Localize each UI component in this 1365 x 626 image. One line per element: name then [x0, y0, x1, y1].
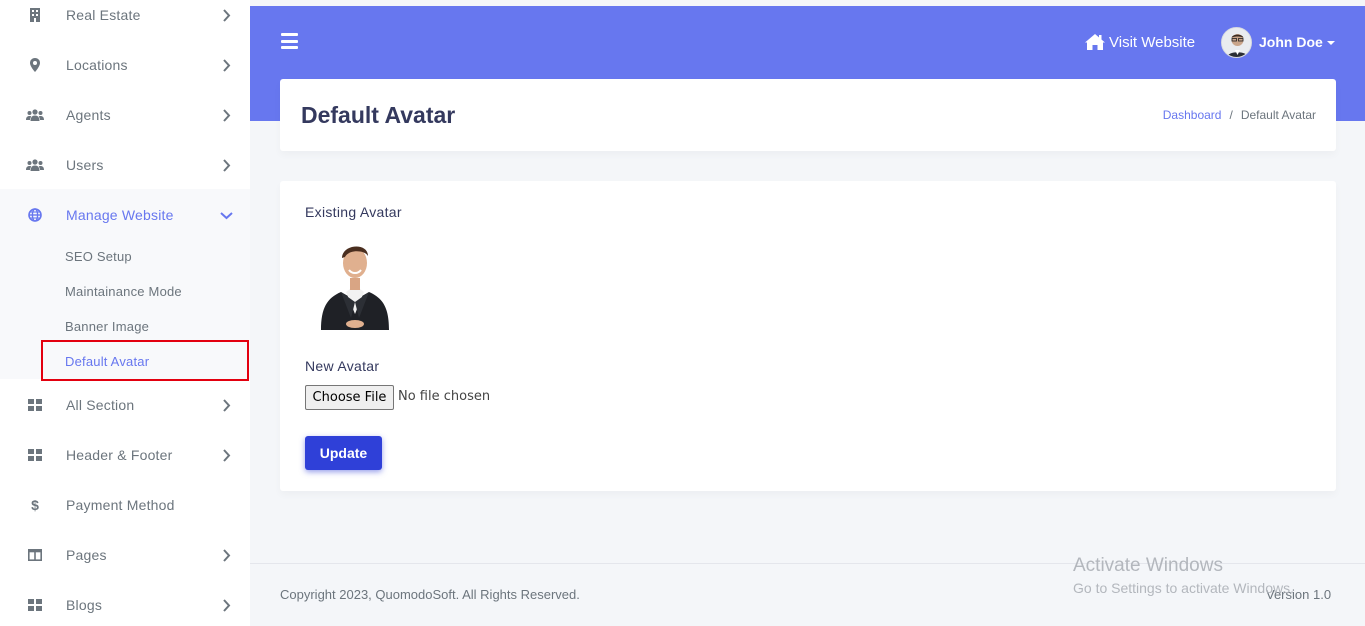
sidebar-item-label: Manage Website — [66, 207, 174, 223]
chevron-right-icon — [219, 158, 233, 172]
sidebar-item-pages[interactable]: Pages — [0, 530, 250, 580]
breadcrumb: Dashboard / Default Avatar — [1163, 108, 1316, 122]
choose-file-button[interactable]: Choose File — [305, 385, 394, 410]
grid-icon — [26, 596, 44, 614]
sidebar-item-label: Users — [66, 157, 104, 173]
user-dropdown[interactable]: John Doe — [1221, 26, 1335, 58]
breadcrumb-separator: / — [1229, 108, 1233, 122]
new-avatar-label: New Avatar — [305, 358, 380, 374]
sidebar-item-blogs[interactable]: Blogs — [0, 580, 250, 626]
user-name: John Doe — [1259, 34, 1323, 50]
home-icon — [1085, 34, 1105, 50]
sidebar-item-label: Blogs — [66, 597, 103, 613]
dollar-icon: $ — [31, 497, 39, 513]
submenu-item-maintainance-mode[interactable]: Maintainance Mode — [65, 284, 182, 299]
sidebar-item-label: Real Estate — [66, 7, 141, 23]
section-header-card: Default Avatar Dashboard / Default Avata… — [280, 79, 1336, 151]
sidebar-item-agents[interactable]: Agents — [0, 90, 250, 140]
chevron-right-icon — [219, 58, 233, 72]
submenu-item-banner-image[interactable]: Banner Image — [65, 319, 149, 334]
sidebar-item-users[interactable]: Users — [0, 140, 250, 190]
avatar — [1221, 26, 1252, 58]
selection-highlight — [41, 340, 249, 381]
sidebar: Real Estate Locations Agents Users Manag… — [0, 0, 250, 626]
grid-icon — [26, 396, 44, 414]
page-title: Default Avatar — [301, 102, 456, 128]
chevron-right-icon — [219, 108, 233, 122]
visit-website-label: Visit Website — [1109, 33, 1196, 51]
breadcrumb-current: Default Avatar — [1240, 108, 1316, 122]
existing-avatar-label: Existing Avatar — [305, 204, 402, 220]
sidebar-item-manage-website[interactable]: Manage Website — [0, 190, 250, 240]
chevron-right-icon — [219, 448, 233, 462]
users-icon — [26, 106, 44, 124]
sidebar-item-locations[interactable]: Locations — [0, 40, 250, 90]
activate-windows-title: Activate Windows — [1073, 555, 1223, 576]
sidebar-item-label: Payment Method — [66, 497, 175, 513]
sidebar-item-label: Agents — [66, 107, 111, 123]
sidebar-item-real-estate[interactable]: Real Estate — [0, 0, 250, 40]
sidebar-item-header-footer[interactable]: Header & Footer — [0, 430, 250, 480]
chevron-down-icon — [219, 208, 233, 222]
footer-copyright: Copyright 2023, QuomodoSoft. All Rights … — [280, 587, 580, 602]
hamburger-menu-icon[interactable] — [281, 33, 298, 49]
grid-icon — [26, 446, 44, 464]
existing-avatar-image — [305, 230, 405, 330]
sidebar-item-payment-method[interactable]: $ Payment Method — [0, 480, 250, 530]
chevron-right-icon — [219, 548, 233, 562]
file-status-text: No file chosen — [398, 389, 491, 404]
avatar-form-card: Existing Avatar New Avatar Choose File N… — [280, 181, 1336, 491]
chevron-right-icon — [219, 598, 233, 612]
sidebar-item-all-section[interactable]: All Section — [0, 380, 250, 430]
caret-down-icon — [1326, 41, 1335, 45]
globe-icon — [26, 206, 44, 224]
sidebar-item-label: Pages — [66, 547, 107, 563]
sidebar-item-label: All Section — [66, 397, 135, 413]
breadcrumb-dashboard-link[interactable]: Dashboard — [1163, 108, 1222, 122]
columns-icon — [26, 546, 44, 564]
submenu-item-seo-setup[interactable]: SEO Setup — [65, 249, 132, 264]
visit-website-link[interactable]: Visit Website — [1084, 31, 1195, 53]
building-icon — [26, 6, 44, 24]
sidebar-item-label: Header & Footer — [66, 447, 173, 463]
users-icon — [26, 156, 44, 174]
activate-windows-subtitle: Go to Settings to activate Windows. — [1073, 580, 1294, 596]
chevron-right-icon — [219, 8, 233, 22]
update-button[interactable]: Update — [305, 436, 382, 470]
map-marker-icon — [26, 56, 44, 74]
sidebar-item-label: Locations — [66, 57, 128, 73]
chevron-right-icon — [219, 398, 233, 412]
